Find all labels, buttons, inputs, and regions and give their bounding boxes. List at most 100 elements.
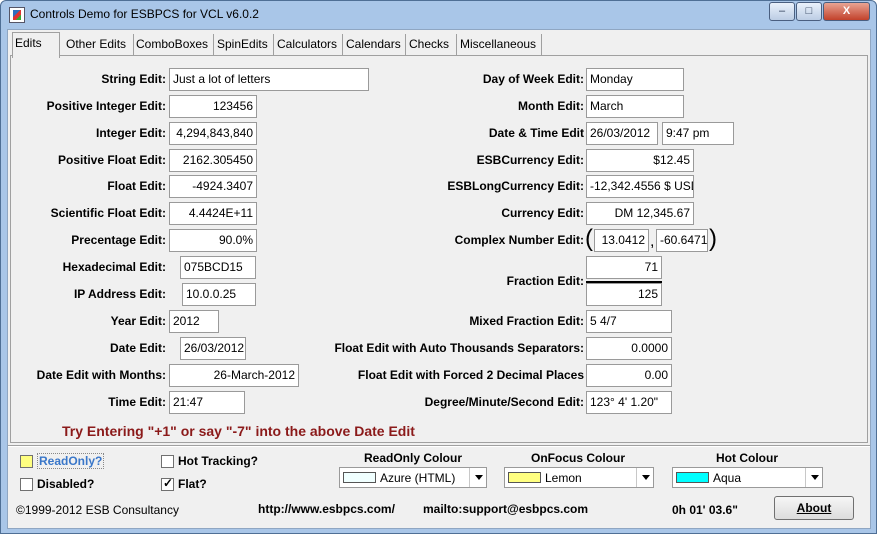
readonly-colour-swatch xyxy=(343,472,376,483)
percentage-edit[interactable]: 90.0% xyxy=(169,229,257,252)
time-edit[interactable]: 21:47 xyxy=(169,391,245,414)
esb-long-currency-edit[interactable]: -12,342.4556 $ USD xyxy=(586,175,694,198)
forced-decimals-edit[interactable]: 0.00 xyxy=(586,364,672,387)
chevron-down-icon[interactable] xyxy=(805,468,822,487)
onfocus-colour-value: Lemon xyxy=(545,471,582,485)
ip-address-edit-label: IP Address Edit: xyxy=(73,287,166,301)
integer-edit[interactable]: 4,294,843,840 xyxy=(169,122,257,145)
date-time-time-edit[interactable]: 9:47 pm xyxy=(662,122,734,145)
dms-edit-label: Degree/Minute/Second Edit: xyxy=(424,395,584,409)
flat-checkbox[interactable] xyxy=(161,476,174,491)
fraction-denominator-edit[interactable]: 125 xyxy=(586,283,662,306)
date-edit[interactable]: 26/03/2012 xyxy=(180,337,246,360)
month-edit[interactable]: March xyxy=(586,95,684,118)
float-edit-label: Float Edit: xyxy=(107,179,166,193)
complex-comma: , xyxy=(650,233,655,250)
tab-spinedits[interactable]: SpinEdits xyxy=(215,34,274,56)
scientific-float-edit-label: Scientific Float Edit: xyxy=(50,206,166,220)
currency-edit[interactable]: DM 12,345.67 xyxy=(586,202,694,225)
hot-tracking-label[interactable]: Hot Tracking? xyxy=(178,454,258,468)
complex-close-paren: ) xyxy=(709,225,717,252)
app-icon[interactable] xyxy=(9,7,25,23)
tab-edits[interactable]: Edits xyxy=(12,32,60,58)
copyright-text: ©1999-2012 ESB Consultancy xyxy=(16,503,179,517)
chevron-down-icon[interactable] xyxy=(469,468,486,487)
integer-edit-label: Integer Edit: xyxy=(95,126,166,140)
date-edit-with-months[interactable]: 26-March-2012 xyxy=(169,364,299,387)
tab-checks[interactable]: Checks xyxy=(407,34,457,56)
scientific-float-edit[interactable]: 4.4424E+11 xyxy=(169,202,257,225)
elapsed-timer: 0h 01' 03.6" xyxy=(672,503,738,517)
auto-thousands-edit-label: Float Edit with Auto Thousands Separator… xyxy=(334,341,584,355)
currency-edit-label: Currency Edit: xyxy=(501,206,584,220)
hot-tracking-checkbox[interactable] xyxy=(161,455,174,468)
esb-currency-edit[interactable]: $12.45 xyxy=(586,149,694,172)
day-of-week-edit[interactable]: Monday xyxy=(586,68,684,91)
positive-float-edit[interactable]: 2162.305450 xyxy=(169,149,257,172)
string-edit-label: String Edit: xyxy=(101,72,166,86)
hot-colour-value: Aqua xyxy=(713,471,742,485)
complex-number-edit-label: Complex Number Edit: xyxy=(454,233,584,247)
chevron-down-icon[interactable] xyxy=(636,468,653,487)
support-mail-link[interactable]: mailto:support@esbpcs.com xyxy=(423,502,588,516)
title-bar[interactable]: Controls Demo for ESBPCS for VCL v6.0.2 … xyxy=(1,1,876,28)
hexadecimal-edit[interactable]: 075BCD15 xyxy=(180,256,256,279)
mixed-fraction-edit-label: Mixed Fraction Edit: xyxy=(469,314,584,328)
edits-page xyxy=(10,55,868,443)
tab-calculators[interactable]: Calculators xyxy=(275,34,343,56)
readonly-colour-heading: ReadOnly Colour xyxy=(363,451,462,465)
positive-float-edit-label: Positive Float Edit: xyxy=(57,153,166,167)
tab-comboboxes[interactable]: ComboBoxes xyxy=(134,34,214,56)
auto-thousands-edit[interactable]: 0.0000 xyxy=(586,337,672,360)
readonly-checkbox[interactable] xyxy=(20,455,33,468)
string-edit[interactable]: Just a lot of letters xyxy=(169,68,369,91)
tab-other-edits[interactable]: Other Edits xyxy=(64,34,134,56)
onfocus-colour-swatch xyxy=(508,472,541,483)
date-edit-label: Date Edit: xyxy=(109,341,166,355)
fraction-numerator-edit[interactable]: 71 xyxy=(586,256,662,279)
tab-calendars[interactable]: Calendars xyxy=(344,34,406,56)
tab-miscellaneous[interactable]: Miscellaneous xyxy=(458,34,542,56)
year-edit-label: Year Edit: xyxy=(110,314,166,328)
maximize-button[interactable]: □ xyxy=(796,2,822,21)
minimize-button[interactable]: – xyxy=(769,2,795,21)
positive-integer-edit-label: Positive Integer Edit: xyxy=(46,99,166,113)
hot-colour-swatch xyxy=(676,472,709,483)
disabled-checkbox[interactable] xyxy=(20,478,33,491)
complex-real-edit[interactable]: 13.0412 xyxy=(594,229,649,252)
time-edit-label: Time Edit: xyxy=(108,395,166,409)
forced-decimals-edit-label: Float Edit with Forced 2 Decimal Places xyxy=(357,368,584,382)
month-edit-label: Month Edit: xyxy=(518,99,584,113)
hexadecimal-edit-label: Hexadecimal Edit: xyxy=(62,260,166,274)
readonly-label-text: ReadOnly? xyxy=(37,453,105,469)
readonly-colour-value: Azure (HTML) xyxy=(380,471,456,485)
esb-currency-edit-label: ESBCurrency Edit: xyxy=(476,153,584,167)
positive-integer-edit[interactable]: 123456 xyxy=(169,95,257,118)
ip-address-edit[interactable]: 10.0.0.25 xyxy=(182,283,256,306)
complex-open-paren: ( xyxy=(585,225,593,252)
app-window: Controls Demo for ESBPCS for VCL v6.0.2 … xyxy=(0,0,877,534)
mixed-fraction-edit[interactable]: 5 4/7 xyxy=(586,310,672,333)
float-edit[interactable]: -4924.3407 xyxy=(169,175,257,198)
dms-edit[interactable]: 123° 4' 1.20" xyxy=(586,391,672,414)
hot-colour-combo[interactable]: Aqua xyxy=(672,467,823,488)
readonly-label[interactable]: ReadOnly? xyxy=(37,453,105,469)
complex-imaginary-edit[interactable]: -60.6471 xyxy=(656,229,708,252)
date-time-date-edit[interactable]: 26/03/2012 xyxy=(586,122,658,145)
esb-long-currency-edit-label: ESBLongCurrency Edit: xyxy=(447,179,584,193)
about-button[interactable]: About xyxy=(774,496,854,520)
date-time-edit-label: Date & Time Edit xyxy=(488,126,584,140)
readonly-colour-combo[interactable]: Azure (HTML) xyxy=(339,467,487,488)
date-edit-hint: Try Entering "+1" or say "-7" into the a… xyxy=(62,423,415,439)
year-edit[interactable]: 2012 xyxy=(169,310,219,333)
options-separator xyxy=(8,445,870,447)
onfocus-colour-heading: OnFocus Colour xyxy=(531,451,625,465)
close-button[interactable]: X xyxy=(823,2,870,21)
date-edit-with-months-label: Date Edit with Months: xyxy=(36,368,166,382)
hot-colour-heading: Hot Colour xyxy=(716,451,778,465)
onfocus-colour-combo[interactable]: Lemon xyxy=(504,467,654,488)
website-link[interactable]: http://www.esbpcs.com/ xyxy=(258,502,395,516)
flat-label[interactable]: Flat? xyxy=(178,477,207,491)
disabled-label[interactable]: Disabled? xyxy=(37,477,94,491)
client-area: Edits Other Edits ComboBoxes SpinEdits C… xyxy=(7,29,871,529)
